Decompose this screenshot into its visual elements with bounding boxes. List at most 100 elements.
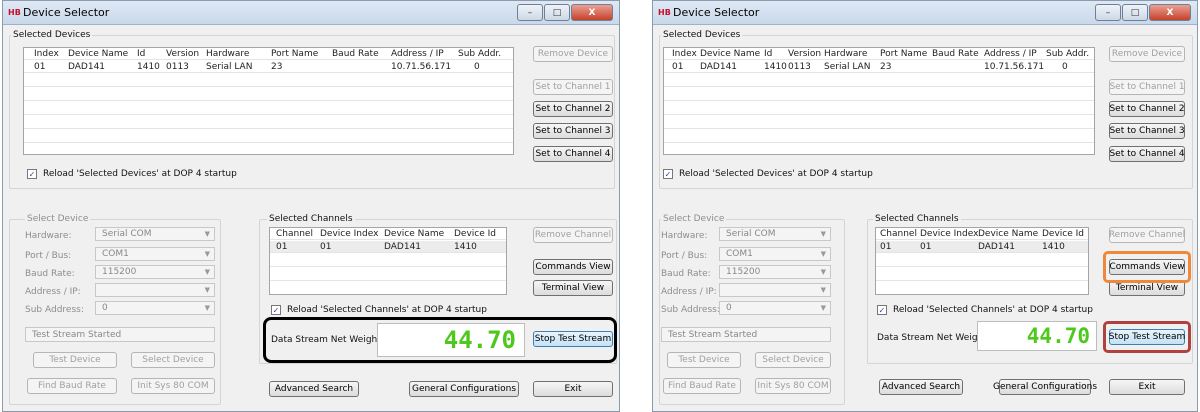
- column-header[interactable]: Port Name: [271, 49, 318, 59]
- general-configurations-button[interactable]: General Configurations: [409, 381, 519, 397]
- reload-channels-checkbox[interactable]: ✓: [877, 305, 887, 315]
- set-channel-2-button[interactable]: Set to Channel 2: [533, 101, 613, 117]
- set-channel-3-button[interactable]: Set to Channel 3: [533, 123, 613, 139]
- select-device-button[interactable]: Select Device: [755, 352, 831, 368]
- hardware-select[interactable]: Serial COM ▼: [95, 227, 215, 241]
- set-channel-4-button[interactable]: Set to Channel 4: [1109, 146, 1185, 162]
- column-header[interactable]: Id: [137, 49, 145, 59]
- column-header[interactable]: Device Index: [920, 229, 978, 239]
- set-channel-3-button[interactable]: Set to Channel 3: [1109, 123, 1185, 139]
- baud-select[interactable]: 115200 ▼: [719, 265, 831, 279]
- maximize-button[interactable]: □: [544, 4, 570, 21]
- remove-device-button[interactable]: Remove Device: [533, 46, 613, 62]
- address-select[interactable]: ▼: [95, 283, 215, 297]
- column-header[interactable]: Index: [34, 49, 59, 59]
- table-row[interactable]: [24, 89, 513, 101]
- table-row[interactable]: [270, 255, 506, 267]
- table-row[interactable]: [876, 255, 1088, 267]
- table-row[interactable]: [664, 117, 1094, 129]
- column-header[interactable]: Hardware: [206, 49, 249, 59]
- column-header[interactable]: Baud Rate: [932, 49, 979, 59]
- column-header[interactable]: Id: [764, 49, 772, 59]
- column-header[interactable]: Port Name: [880, 49, 927, 59]
- test-device-button[interactable]: Test Device: [667, 352, 741, 368]
- table-row[interactable]: [24, 117, 513, 129]
- column-header[interactable]: Hardware: [824, 49, 867, 59]
- table-row[interactable]: [270, 269, 506, 281]
- exit-button[interactable]: Exit: [533, 381, 613, 397]
- column-header[interactable]: Device Name: [978, 229, 1038, 239]
- column-header[interactable]: Address / IP: [984, 49, 1037, 59]
- set-channel-1-button[interactable]: Set to Channel 1: [1109, 79, 1185, 95]
- table-row[interactable]: [664, 131, 1094, 143]
- reload-channels-checkbox[interactable]: ✓: [271, 305, 281, 315]
- init-sys-80-com-button[interactable]: Init Sys 80 COM: [131, 378, 215, 394]
- column-header[interactable]: Channel: [880, 229, 917, 239]
- terminal-view-button[interactable]: Terminal View: [533, 280, 613, 296]
- port-select[interactable]: COM1 ▼: [95, 247, 215, 261]
- column-header[interactable]: Channel: [276, 229, 313, 239]
- commands-view-button[interactable]: Commands View: [1109, 259, 1185, 275]
- hardware-select[interactable]: Serial COM ▼: [719, 227, 831, 241]
- reload-devices-checkbox[interactable]: ✓: [27, 169, 37, 179]
- selected-devices-table[interactable]: Index Device Name Id Version Hardware Po…: [663, 47, 1095, 155]
- baud-select[interactable]: 115200 ▼: [95, 265, 215, 279]
- column-header[interactable]: Version: [788, 49, 821, 59]
- port-select[interactable]: COM1 ▼: [719, 247, 831, 261]
- selected-channels-table[interactable]: Channel Device Index Device Name Device …: [875, 227, 1089, 295]
- stop-test-stream-button[interactable]: Stop Test Stream: [533, 331, 613, 347]
- find-baud-rate-button[interactable]: Find Baud Rate: [27, 378, 117, 394]
- table-row[interactable]: 01 01 DAD141 1410: [270, 241, 506, 253]
- table-row[interactable]: [664, 103, 1094, 115]
- test-device-button[interactable]: Test Device: [33, 352, 117, 368]
- general-configurations-button[interactable]: General Configurations: [993, 379, 1097, 395]
- selected-channels-table[interactable]: Channel Device Index Device Name Device …: [269, 227, 507, 295]
- select-device-button[interactable]: Select Device: [131, 352, 215, 368]
- table-row[interactable]: [664, 89, 1094, 101]
- column-header[interactable]: Sub Addr.: [458, 49, 501, 59]
- set-channel-1-button[interactable]: Set to Channel 1: [533, 79, 613, 95]
- table-row[interactable]: [876, 269, 1088, 281]
- set-channel-2-button[interactable]: Set to Channel 2: [1109, 101, 1185, 117]
- column-header[interactable]: Index: [672, 49, 697, 59]
- table-row[interactable]: [664, 75, 1094, 87]
- set-channel-4-button[interactable]: Set to Channel 4: [533, 146, 613, 162]
- maximize-button[interactable]: □: [1122, 4, 1148, 21]
- remove-channel-button[interactable]: Remove Channel: [1109, 227, 1185, 243]
- column-header[interactable]: Device Name: [700, 49, 760, 59]
- find-baud-rate-button[interactable]: Find Baud Rate: [663, 378, 741, 394]
- table-row[interactable]: 01 DAD141 1410 0113 Serial LAN 23 10.71.…: [664, 61, 1094, 73]
- selected-devices-table[interactable]: Index Device Name Id Version Hardware Po…: [23, 47, 514, 155]
- stop-test-stream-button[interactable]: Stop Test Stream: [1109, 329, 1185, 345]
- minimize-button[interactable]: –: [517, 4, 543, 21]
- column-header[interactable]: Device Id: [1042, 229, 1084, 239]
- column-header[interactable]: Device Name: [68, 49, 128, 59]
- column-header[interactable]: Version: [166, 49, 199, 59]
- column-header[interactable]: Sub Addr.: [1046, 49, 1089, 59]
- table-row[interactable]: [24, 131, 513, 143]
- advanced-search-button[interactable]: Advanced Search: [269, 381, 359, 397]
- close-button[interactable]: X: [1149, 4, 1191, 21]
- column-header[interactable]: Device Name: [384, 229, 444, 239]
- column-header[interactable]: Address / IP: [391, 49, 444, 59]
- commands-view-button[interactable]: Commands View: [533, 259, 613, 275]
- close-button[interactable]: X: [571, 4, 613, 21]
- terminal-view-button[interactable]: Terminal View: [1109, 280, 1185, 296]
- table-row[interactable]: 01 DAD141 1410 0113 Serial LAN 23 10.71.…: [24, 61, 513, 73]
- sub-address-select[interactable]: 0 ▼: [719, 301, 831, 315]
- column-header[interactable]: Baud Rate: [332, 49, 379, 59]
- exit-button[interactable]: Exit: [1109, 379, 1185, 395]
- address-select[interactable]: ▼: [719, 283, 831, 297]
- table-row[interactable]: [24, 103, 513, 115]
- table-row[interactable]: [24, 75, 513, 87]
- sub-address-select[interactable]: 0 ▼: [95, 301, 215, 315]
- table-row[interactable]: 01 01 DAD141 1410: [876, 241, 1088, 253]
- init-sys-80-com-button[interactable]: Init Sys 80 COM: [755, 378, 831, 394]
- column-header[interactable]: Device Id: [454, 229, 496, 239]
- reload-devices-checkbox[interactable]: ✓: [663, 169, 673, 179]
- advanced-search-button[interactable]: Advanced Search: [879, 379, 963, 395]
- minimize-button[interactable]: –: [1095, 4, 1121, 21]
- column-header[interactable]: Device Index: [320, 229, 378, 239]
- remove-channel-button[interactable]: Remove Channel: [533, 227, 613, 243]
- remove-device-button[interactable]: Remove Device: [1109, 46, 1185, 62]
